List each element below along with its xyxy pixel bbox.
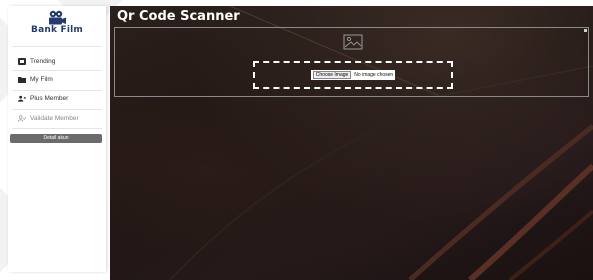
corner-marker <box>584 29 587 32</box>
file-drop-zone[interactable]: Choose Image No image chosen <box>253 61 453 89</box>
sidebar-item-plus-member[interactable]: Plus Member <box>18 91 102 105</box>
divider <box>12 128 102 129</box>
sidebar-item-trending[interactable]: Trending <box>18 54 102 68</box>
folder-icon <box>18 75 26 83</box>
sidebar-item-label: My Film <box>30 75 53 83</box>
divider <box>12 46 102 47</box>
sidebar-item-my-film[interactable]: My Film <box>18 72 102 86</box>
sidebar: Bank Film Trending My Film Plus Member V… <box>8 6 106 272</box>
brand-logo[interactable]: Bank Film <box>8 10 106 35</box>
scanner-panel: Choose Image No image chosen <box>114 27 589 97</box>
sidebar-item-label: Validate Member <box>30 114 79 122</box>
brand-name: Bank Film <box>31 25 83 35</box>
sidebar-item-label: Trending <box>30 57 56 65</box>
user-check-icon <box>18 114 26 122</box>
page-title: Qr Code Scanner <box>117 9 240 24</box>
file-input[interactable]: Choose Image No image chosen <box>310 70 396 80</box>
main-content: Qr Code Scanner Choose Image No image ch… <box>110 6 593 280</box>
choose-image-button[interactable]: Choose Image <box>312 71 352 79</box>
detail-account-button[interactable]: Detail akun <box>10 134 102 143</box>
film-icon <box>18 57 26 65</box>
file-status: No image chosen <box>354 72 394 78</box>
image-icon <box>343 34 363 55</box>
divider <box>12 70 102 71</box>
divider <box>12 109 102 110</box>
user-plus-icon <box>18 94 26 102</box>
sidebar-item-validate-member[interactable]: Validate Member <box>18 111 102 125</box>
film-camera-icon <box>49 10 66 25</box>
sidebar-item-label: Plus Member <box>30 94 69 102</box>
